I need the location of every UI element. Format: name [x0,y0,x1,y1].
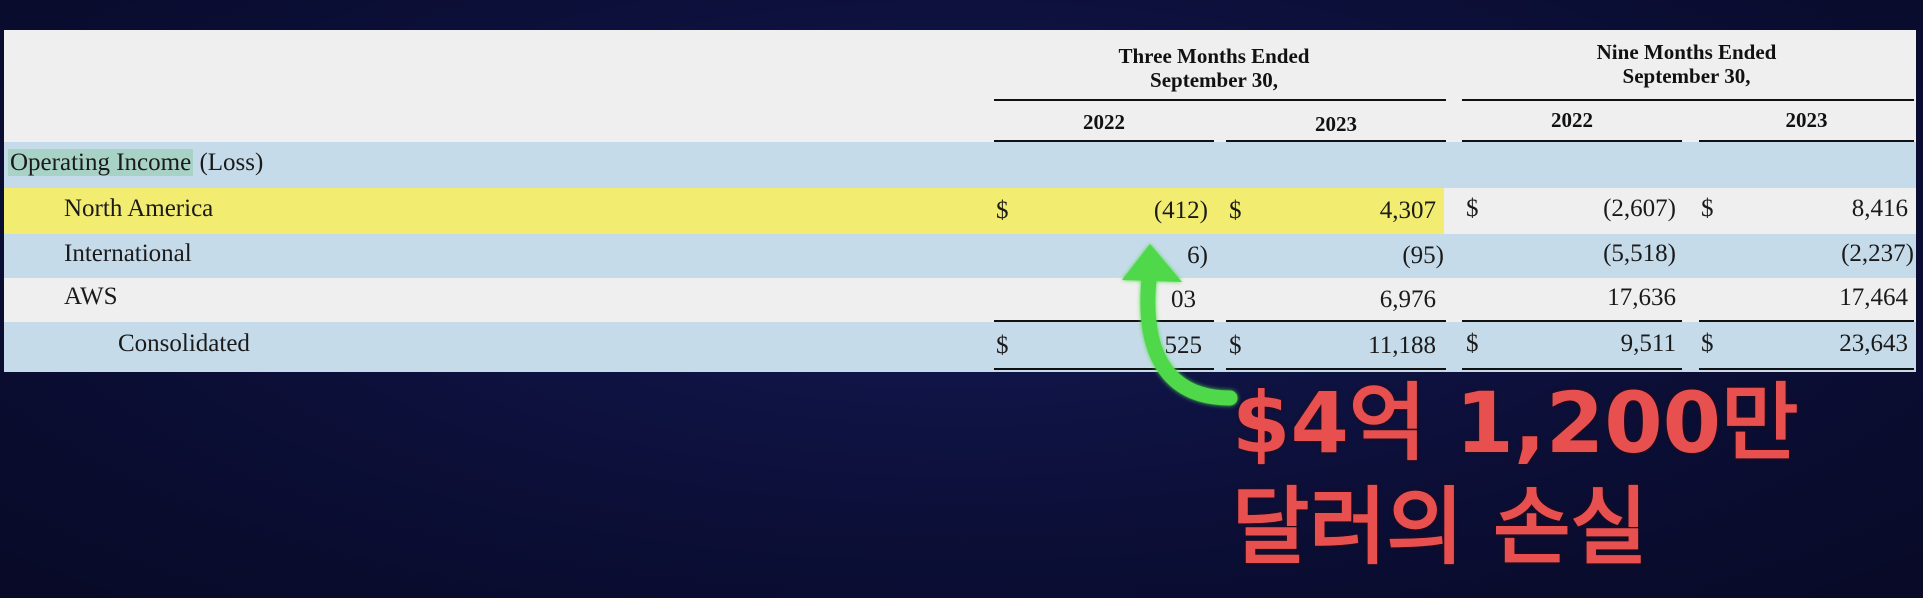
year-col-1: 2022 [1083,110,1125,134]
cell-value: 9,511 [1620,330,1676,357]
currency-symbol: $ [1229,197,1242,224]
currency-symbol: $ [1466,330,1479,357]
section-row: Operating Income (Loss) [4,142,1916,188]
table-row-international: International 6) (95) (5,518) (2,237) [4,234,1916,278]
section-label: Operating Income (Loss) [8,149,264,176]
table-row-aws: AWS 03 6,976 17,636 17,464 [4,278,1916,322]
cell-value: 23,643 [1839,330,1908,357]
callout-line-2: 달러의 손실 [1232,478,1648,576]
currency-symbol: $ [996,197,1009,224]
cell-value: (95) [1402,242,1444,269]
currency-symbol: $ [1701,330,1714,357]
table-row-consolidated: Consolidated $ 525 $ 11,188 $ 9,511 $ 23… [4,322,1916,372]
row-highlight [4,188,1444,234]
header-rule-three-months [994,99,1446,101]
cell-value: (5,518) [1603,240,1676,267]
cell-value: 17,464 [1839,284,1908,311]
header-nine-months: Nine Months Ended September 30, [1596,40,1777,88]
cell-value: 6,976 [1379,286,1436,313]
total-underline-4 [1699,368,1914,370]
year-col-4: 2023 [1785,108,1828,132]
cell-value: 17,636 [1607,284,1676,311]
cell-value: 8,416 [1851,195,1908,222]
cell-value: 11,188 [1368,332,1436,359]
arrow-head [1122,244,1182,282]
cell-value: (412) [1153,197,1208,224]
header-rule-nine-months [1462,99,1914,101]
year-col-3: 2022 [1551,108,1593,132]
cell-value: 4,307 [1379,197,1436,224]
currency-symbol: $ [1466,195,1479,222]
row-label: International [64,240,192,267]
header-three-months: Three Months Ended September 30, [1118,44,1310,92]
table-row-north-america: North America $ (412) $ 4,307 $ (2,607) … [4,188,1916,234]
callout-line-1: $4억 1,200만 [1232,374,1799,472]
total-underline-3 [1462,368,1682,370]
row-label: North America [64,195,214,222]
cell-value: (2,237) [1841,240,1914,267]
currency-symbol: $ [1701,195,1714,222]
cell-value: (2,607) [1603,195,1676,222]
arrow-shaft [1140,262,1238,406]
row-label: Consolidated [118,330,250,357]
currency-symbol: $ [996,332,1009,359]
financial-table: Three Months Ended September 30, Nine Mo… [4,30,1916,372]
year-col-2: 2023 [1315,112,1357,136]
row-label: AWS [64,283,118,310]
